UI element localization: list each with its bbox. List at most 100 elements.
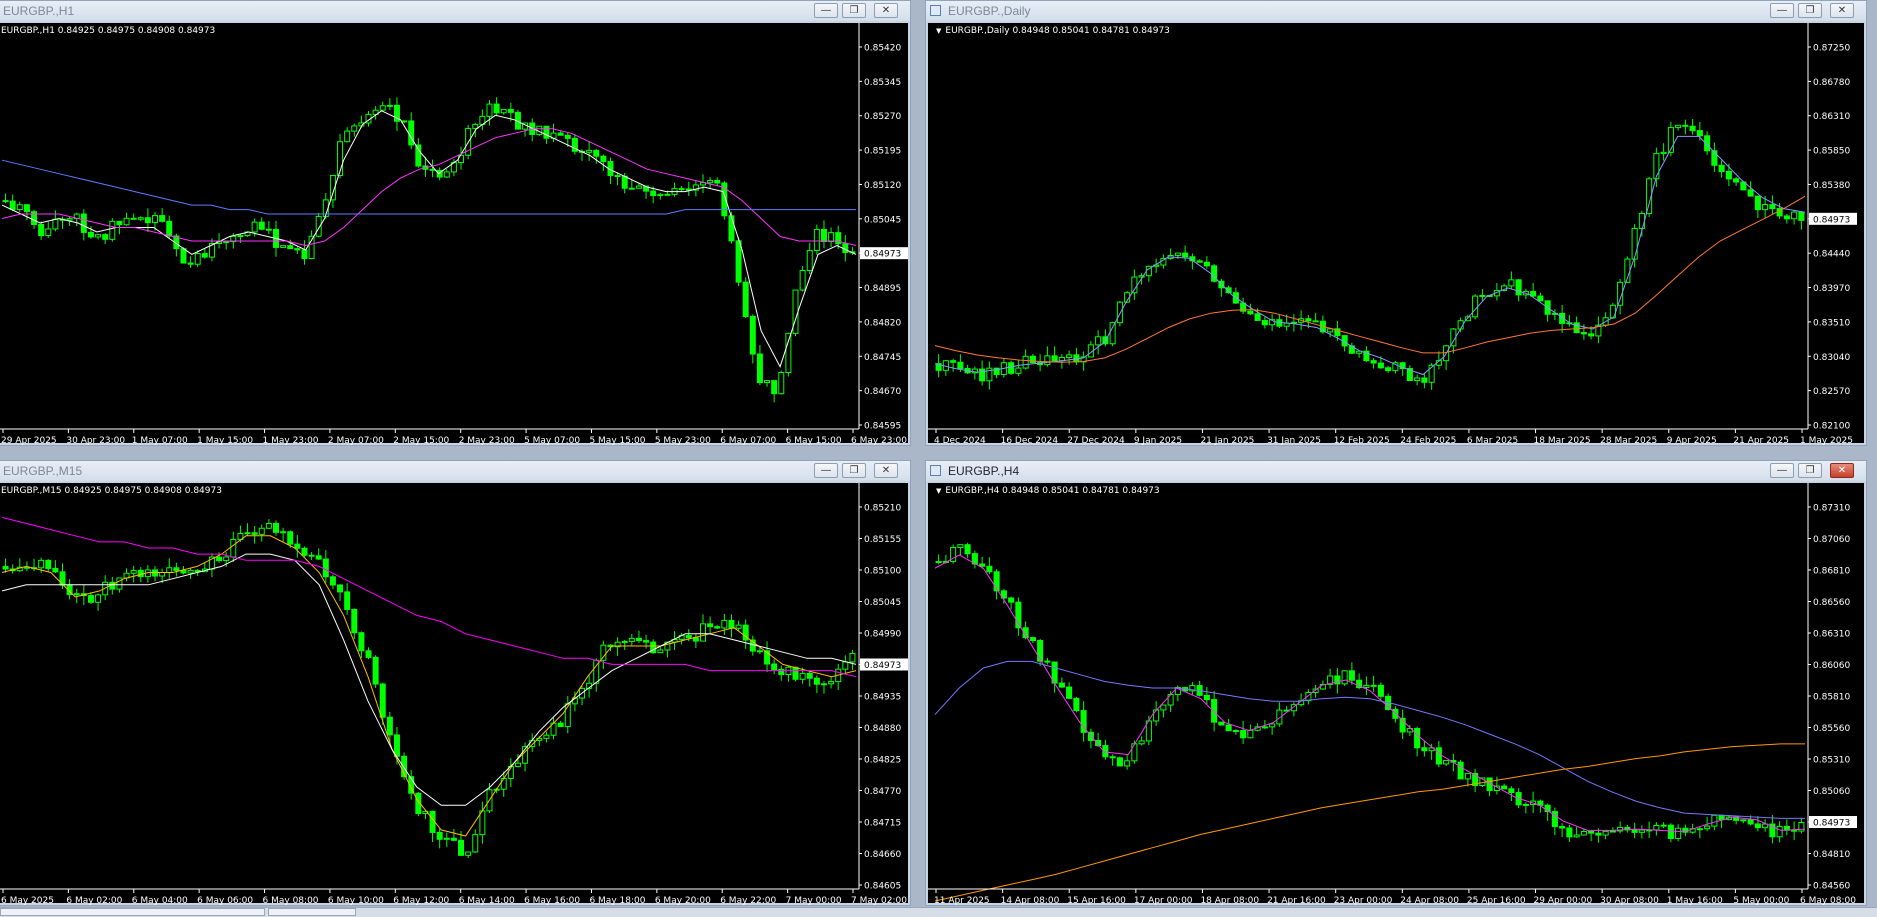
candle <box>265 220 272 235</box>
chart-window-m15[interactable]: EURGBP.,M15 — ❐ ✕ EURGBP.,M15 0.84925 0.… <box>0 460 911 906</box>
candle <box>1240 720 1247 744</box>
price-label: 0.85155 <box>864 535 901 545</box>
window-title: EURGBP.,H1 <box>3 4 75 18</box>
restore-button[interactable]: ❐ <box>1798 3 1822 18</box>
candle <box>1769 195 1776 215</box>
close-button[interactable]: ✕ <box>1830 3 1854 18</box>
candle <box>1638 825 1645 839</box>
candle <box>1102 739 1109 760</box>
restore-button[interactable]: ❐ <box>1798 463 1822 478</box>
candle <box>372 106 379 120</box>
title-bar[interactable]: EURGBP.,H4 — ❐ ✕ <box>926 461 1866 481</box>
candle <box>1783 213 1790 224</box>
time-label: 14 Apr 08:00 <box>1001 896 1060 906</box>
time-label: 28 Mar 2025 <box>1600 436 1657 446</box>
time-label: 29 Apr 00:00 <box>1534 896 1593 906</box>
candle <box>144 565 151 583</box>
candle <box>52 560 59 574</box>
candle <box>379 682 386 725</box>
candle <box>813 675 820 694</box>
candle <box>1029 353 1036 365</box>
restore-button[interactable]: ❐ <box>842 3 866 18</box>
title-bar[interactable]: EURGBP.,H1 — ❐ ✕ <box>0 1 910 21</box>
candle <box>1653 147 1660 187</box>
chart-window-icon <box>930 5 941 16</box>
restore-button[interactable]: ❐ <box>842 463 866 478</box>
candle <box>657 647 664 654</box>
time-label: 9 Jan 2025 <box>1134 436 1182 446</box>
candle <box>1443 344 1450 370</box>
candle <box>1370 357 1377 369</box>
candle <box>123 212 130 226</box>
minimize-button[interactable]: — <box>814 3 838 18</box>
price-label: 0.84595 <box>864 422 901 432</box>
title-bar[interactable]: EURGBP.,Daily — ❐ ✕ <box>926 1 1866 21</box>
candle <box>1762 819 1769 832</box>
ma-slow-line <box>1 516 857 678</box>
time-label: 7 May 00:00 <box>786 896 842 906</box>
close-button[interactable]: ✕ <box>874 3 898 18</box>
chart-area[interactable]: ▼ EURGBP.,H4 0.84948 0.85041 0.84781 0.84… <box>926 481 1866 906</box>
candle <box>16 201 23 212</box>
candle <box>756 345 763 386</box>
candle <box>799 266 806 292</box>
time-label: 11 Apr 2025 <box>934 896 990 906</box>
candle <box>479 109 486 131</box>
candle <box>1508 786 1515 801</box>
time-label: 25 Apr 16:00 <box>1467 896 1526 906</box>
title-bar[interactable]: EURGBP.,M15 — ❐ ✕ <box>0 461 910 481</box>
candle <box>258 524 265 542</box>
minimize-button[interactable]: — <box>1770 3 1794 18</box>
chart-window-h4[interactable]: EURGBP.,H4 — ❐ ✕ ▼ EURGBP.,H4 0.84948 0.8… <box>925 460 1867 906</box>
chart-area[interactable]: ▼ EURGBP.,Daily 0.84948 0.85041 0.84781 0… <box>926 21 1866 446</box>
candle <box>123 568 130 582</box>
time-label: 6 May 14:00 <box>459 896 515 906</box>
time-label: 6 May 07:00 <box>720 436 776 446</box>
time-label: 29 Apr 2025 <box>1 436 57 446</box>
candle <box>258 217 265 231</box>
chart-area[interactable]: EURGBP.,M15 0.84925 0.84975 0.84908 0.84… <box>0 481 910 906</box>
candle <box>1232 729 1239 735</box>
price-label: 0.82570 <box>1813 387 1850 397</box>
time-label: 6 May 08:00 <box>1800 896 1856 906</box>
price-label: 0.86780 <box>1813 78 1850 88</box>
candle <box>1798 211 1805 230</box>
chart-window-daily[interactable]: EURGBP.,Daily — ❐ ✕ ▼ EURGBP.,Daily 0.849… <box>925 0 1867 446</box>
window-title: EURGBP.,M15 <box>3 464 83 478</box>
candle <box>351 608 358 640</box>
window-tab[interactable] <box>0 908 265 916</box>
price-label: 0.87310 <box>1813 504 1850 514</box>
candle <box>31 558 38 572</box>
time-label: 27 Dec 2024 <box>1067 436 1125 446</box>
time-label: 17 Apr 00:00 <box>1134 896 1193 906</box>
candle <box>1377 682 1384 700</box>
candle <box>95 233 102 240</box>
close-button[interactable]: ✕ <box>874 463 898 478</box>
minimize-button[interactable]: — <box>1770 463 1794 478</box>
candle <box>59 216 66 229</box>
candle <box>628 180 635 190</box>
candle <box>1443 759 1450 766</box>
candle <box>1602 829 1609 840</box>
time-label: 6 May 12:00 <box>393 896 449 906</box>
candle <box>294 535 301 558</box>
price-label: 0.86060 <box>1813 661 1850 671</box>
candle <box>979 360 986 386</box>
candle <box>742 619 749 649</box>
minimize-button[interactable]: — <box>814 463 838 478</box>
candle <box>1203 687 1210 705</box>
candle <box>1537 292 1544 302</box>
time-label: 4 Dec 2024 <box>934 436 986 446</box>
candle <box>1588 830 1595 842</box>
chart-area[interactable]: EURGBP.,H1 0.84925 0.84975 0.84908 0.849… <box>0 21 910 446</box>
candle <box>1675 124 1682 131</box>
candle <box>1167 248 1174 260</box>
price-label: 0.85100 <box>864 567 901 577</box>
price-label: 0.85380 <box>1813 181 1850 191</box>
candle <box>643 185 650 200</box>
close-button[interactable]: ✕ <box>1830 463 1854 478</box>
chart-window-h1[interactable]: EURGBP.,H1 — ❐ ✕ EURGBP.,H1 0.84925 0.84… <box>0 0 911 446</box>
candle <box>365 647 372 660</box>
candle <box>1791 821 1798 841</box>
window-tab[interactable] <box>268 908 356 916</box>
